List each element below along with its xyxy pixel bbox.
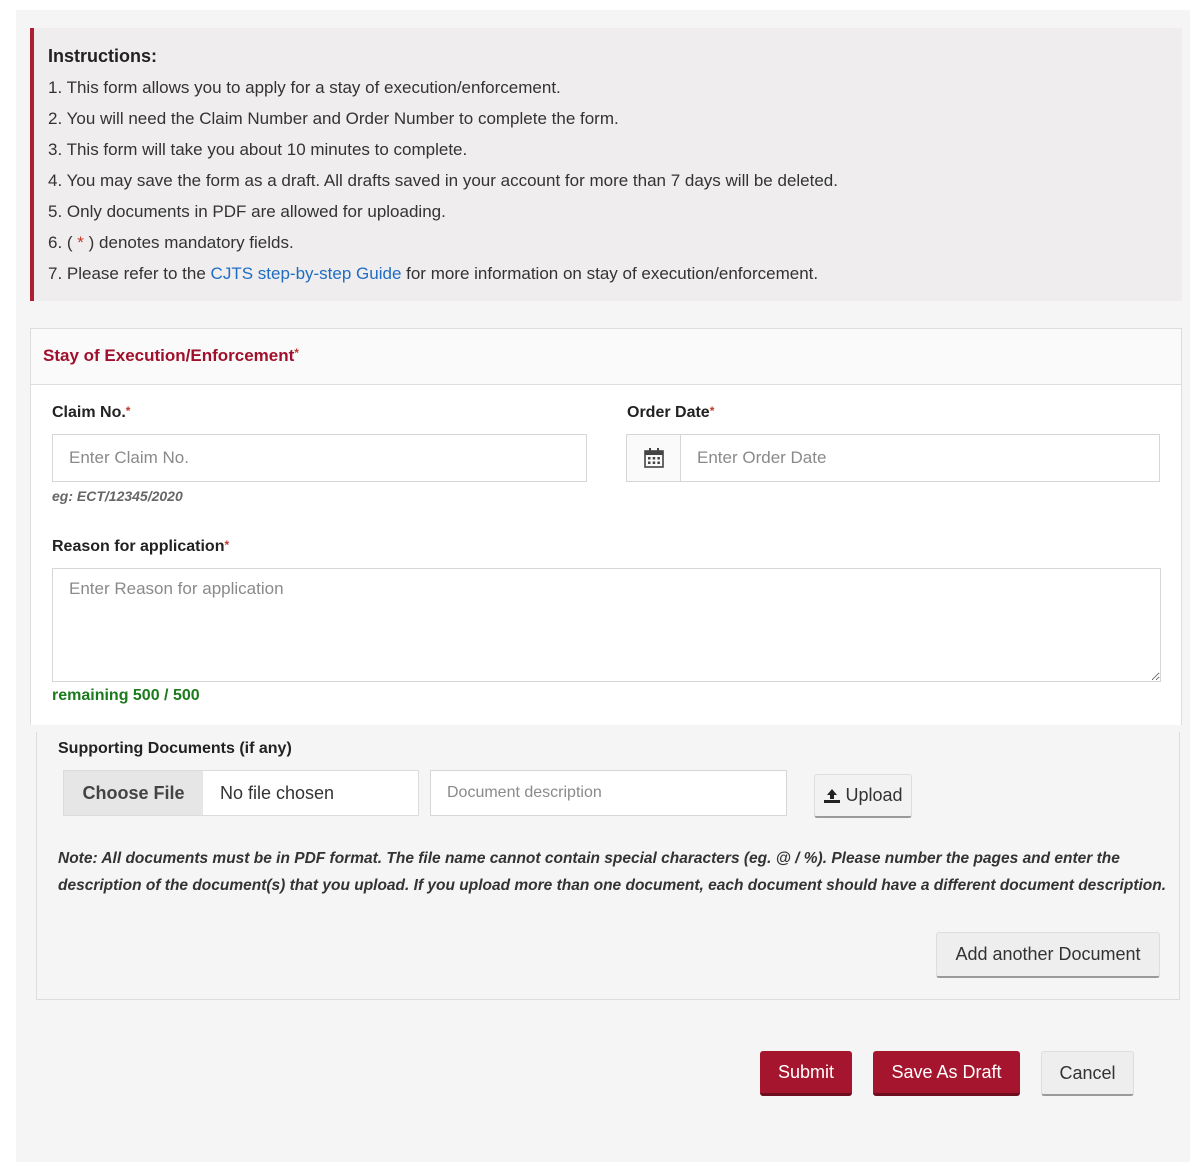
instruction-item: 4. You may save the form as a draft. All…: [48, 171, 838, 190]
reason-label: Reason for application*: [52, 538, 229, 556]
file-status: No file chosen: [220, 782, 335, 803]
upload-icon: [824, 788, 841, 803]
instruction-text: 6. (: [48, 233, 78, 252]
instruction-text: 7. Please refer to the: [48, 264, 211, 283]
upload-button[interactable]: Upload: [814, 774, 912, 818]
claim-no-label: Claim No.*: [52, 404, 130, 422]
claim-no-hint: eg: ECT/12345/2020: [52, 488, 183, 504]
supporting-docs-label: Supporting Documents (if any): [58, 740, 292, 757]
instructions-title: Instructions:: [48, 46, 158, 66]
instruction-text: for more information on stay of executio…: [401, 264, 819, 283]
guide-link[interactable]: CJTS step-by-step Guide: [211, 264, 402, 283]
instruction-item: 1. This form allows you to apply for a s…: [48, 78, 561, 97]
instruction-item: 5. Only documents in PDF are allowed for…: [48, 202, 446, 221]
order-date-input[interactable]: [680, 434, 1160, 482]
remaining-counter: remaining 500 / 500: [52, 687, 200, 704]
calendar-addon[interactable]: [626, 434, 680, 482]
instruction-item: 7. Please refer to the CJTS step-by-step…: [48, 258, 1182, 289]
required-asterisk: *: [224, 538, 230, 552]
required-asterisk: *: [77, 233, 84, 252]
choose-file-button[interactable]: Choose File: [64, 771, 203, 815]
label-text: Claim No.: [52, 404, 126, 421]
instructions-list: 1. This form allows you to apply for a s…: [48, 72, 1182, 289]
section-title: Stay of Execution/Enforcement: [43, 346, 295, 365]
upload-note: Note: All documents must be in PDF forma…: [58, 850, 1167, 894]
order-date-label: Order Date*: [627, 404, 714, 422]
section-heading: Stay of Execution/Enforcement*: [31, 329, 1181, 385]
instruction-item: 3. This form will take you about 10 minu…: [48, 140, 468, 159]
label-text: Reason for application: [52, 538, 225, 555]
label-text: Order Date: [627, 404, 710, 421]
file-chooser[interactable]: Choose File No file chosen: [63, 770, 419, 816]
instruction-item: 2. You will need the Claim Number and Or…: [48, 109, 619, 128]
instructions-box: Instructions: 1. This form allows you to…: [30, 28, 1182, 301]
calendar-icon: [643, 448, 664, 468]
upload-label: Upload: [845, 785, 903, 805]
submit-button[interactable]: Submit: [760, 1051, 852, 1096]
instruction-text: ) denotes mandatory fields.: [83, 233, 294, 252]
add-another-document-button[interactable]: Add another Document: [936, 932, 1160, 978]
instruction-item: 6. ( * ) denotes mandatory fields.: [48, 227, 1182, 258]
supporting-docs-panel: Supporting Documents (if any) Choose Fil…: [36, 732, 1180, 1000]
required-asterisk: *: [709, 404, 715, 418]
cancel-button[interactable]: Cancel: [1041, 1051, 1134, 1096]
claim-no-input[interactable]: [52, 434, 587, 482]
required-asterisk: *: [294, 346, 299, 360]
reason-textarea[interactable]: [52, 568, 1161, 682]
form-panel: Stay of Execution/Enforcement* Claim No.…: [30, 328, 1182, 725]
save-draft-button[interactable]: Save As Draft: [873, 1051, 1020, 1096]
required-asterisk: *: [125, 404, 131, 418]
document-description-input[interactable]: [430, 770, 787, 816]
